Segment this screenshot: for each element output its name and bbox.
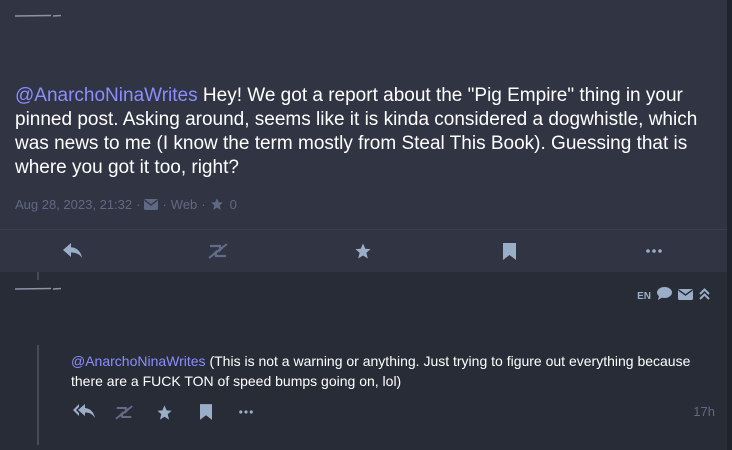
- language-badge: EN: [637, 290, 651, 302]
- scrollbar[interactable]: [727, 0, 732, 450]
- meta-separator: ·: [136, 196, 141, 212]
- boost-disabled-button[interactable]: [207, 240, 229, 262]
- bookmark-icon: [502, 242, 516, 260]
- ellipsis-icon: [239, 410, 253, 414]
- more-button[interactable]: [239, 401, 253, 423]
- star-icon: [157, 404, 172, 420]
- reply-all-button[interactable]: [73, 401, 95, 423]
- star-icon: [210, 197, 224, 211]
- thread-line: [37, 345, 39, 445]
- reply-icon: [63, 243, 82, 258]
- comment-icon: [657, 287, 672, 305]
- status-timestamp[interactable]: Aug 28, 2023, 21:32: [15, 197, 132, 212]
- bookmark-button[interactable]: [498, 240, 520, 262]
- more-button[interactable]: [643, 240, 665, 262]
- status-content: @AnarchoNinaWrites Hey! We got a report …: [15, 84, 715, 180]
- status-application: Web: [170, 196, 198, 212]
- status-meta: Aug 28, 2023, 21:32 · · Web · 0: [15, 195, 237, 213]
- envelope-icon: [678, 287, 693, 305]
- favourite-count: 0: [229, 196, 237, 212]
- bookmark-button[interactable]: [200, 401, 212, 423]
- favourite-button[interactable]: [352, 240, 374, 262]
- focused-status: @AnarchoNinaWrites Hey! We got a report …: [0, 0, 727, 272]
- redacted-name: [15, 287, 61, 290]
- collapse-icon[interactable]: [699, 287, 710, 305]
- boost-disabled-icon: [115, 404, 133, 420]
- ellipsis-icon: [646, 249, 662, 253]
- status-action-bar: [0, 230, 727, 272]
- reply-status-icons: EN: [637, 287, 710, 305]
- star-icon: [355, 243, 371, 259]
- reply-relative-time[interactable]: 17h: [693, 404, 715, 419]
- meta-separator: ·: [162, 196, 167, 212]
- favourite-button[interactable]: [156, 401, 173, 423]
- envelope-icon: [144, 198, 159, 210]
- meta-separator: ·: [201, 196, 206, 212]
- mention-link[interactable]: @AnarchoNinaWrites: [15, 85, 198, 106]
- bookmark-icon: [200, 404, 212, 420]
- mention-link[interactable]: @AnarchoNinaWrites: [71, 353, 206, 369]
- boost-disabled-button[interactable]: [114, 401, 134, 423]
- reply-all-icon: [73, 404, 95, 418]
- thread-line: [37, 272, 39, 280]
- reply-action-bar: 17h: [70, 401, 715, 423]
- reply-button[interactable]: [62, 240, 84, 262]
- reply-content: @AnarchoNinaWrites (This is not a warnin…: [71, 351, 711, 391]
- redacted-name: [15, 14, 61, 17]
- boost-disabled-icon: [208, 243, 228, 259]
